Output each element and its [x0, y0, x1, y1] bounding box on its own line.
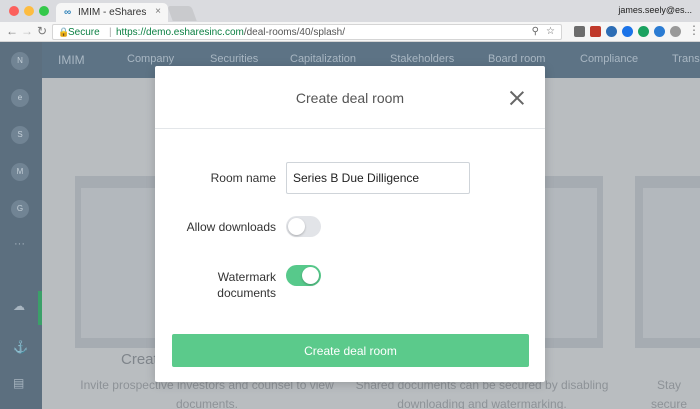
browser-toolbar: ← → ↻ 🔒 Secure | https://demo.esharesinc… [0, 22, 700, 42]
toggle-knob [288, 218, 305, 235]
secure-label: Secure [68, 27, 100, 38]
nav-compliance[interactable]: Compliance [580, 53, 638, 65]
browser-menu-icon[interactable]: ⋮ [688, 23, 700, 37]
room-name-label: Room name [210, 171, 276, 185]
window-minimize-button[interactable] [24, 6, 34, 16]
feature-card-mid [545, 176, 603, 348]
nav-capitalization[interactable]: Capitalization [290, 53, 356, 65]
window-zoom-button[interactable] [39, 6, 49, 16]
url-text: https://demo.esharesinc.com/deal-rooms/4… [116, 27, 345, 38]
new-tab-button[interactable] [167, 6, 197, 21]
tab-close-icon[interactable]: × [155, 6, 161, 17]
create-deal-room-modal: Create deal room Room name Allow downloa… [155, 66, 545, 382]
nav-securities[interactable]: Securities [210, 53, 258, 65]
toggle-knob [302, 267, 319, 284]
nav-company[interactable]: Company [127, 53, 174, 65]
zoom-icon[interactable]: ⚲ [532, 26, 539, 37]
extension-blue-icon[interactable] [606, 26, 617, 37]
sidebar-company-avatar[interactable]: M [11, 163, 29, 181]
cloud-upload-icon[interactable]: ☁ [13, 299, 25, 313]
card-preview [545, 188, 597, 338]
create-deal-room-button[interactable]: Create deal room [172, 334, 529, 367]
reload-icon[interactable]: ↻ [37, 24, 47, 38]
allow-downloads-label: Allow downloads [186, 220, 276, 234]
back-arrow-icon[interactable]: ← [6, 24, 18, 38]
extension-check-icon[interactable] [654, 26, 665, 37]
sidebar-more-icon[interactable]: ··· [14, 238, 25, 250]
address-separator: | [109, 27, 112, 38]
window-close-button[interactable] [9, 6, 19, 16]
address-bar[interactable]: 🔒 Secure | https://demo.esharesinc.com/d… [52, 24, 562, 40]
url-host: https://demo.esharesinc.com [116, 27, 244, 38]
sidebar-company-avatar[interactable]: S [11, 126, 29, 144]
url-path: /deal-rooms/40/splash/ [243, 27, 346, 38]
extension-dots-icon[interactable] [622, 26, 633, 37]
extension-gray-icon[interactable] [670, 26, 681, 37]
background-text-right: Stay secure viewers [650, 378, 688, 409]
feature-card-right [635, 176, 700, 348]
tab-title: IMIM - eShares [78, 7, 147, 18]
browser-tab[interactable]: ∞ IMIM - eShares × [56, 3, 168, 22]
sidebar-company-avatar[interactable]: N [11, 52, 29, 70]
eshares-favicon-icon: ∞ [64, 7, 72, 18]
pocket-extension-icon[interactable] [590, 26, 601, 37]
modal-title: Create deal room [295, 90, 405, 106]
modal-header: Create deal room [155, 66, 545, 129]
document-icon[interactable]: ▤ [13, 376, 24, 390]
close-icon[interactable] [510, 91, 524, 105]
company-brand[interactable]: IMIM [58, 53, 85, 67]
ship-icon[interactable]: ⚓ [13, 340, 28, 354]
watermark-label-line2: documents [217, 286, 276, 300]
nav-transactions[interactable]: Transa [672, 53, 700, 65]
grammarly-extension-icon[interactable] [638, 26, 649, 37]
allow-downloads-toggle[interactable] [286, 216, 321, 237]
nav-board-room[interactable]: Board room [488, 53, 545, 65]
watermark-documents-toggle[interactable] [286, 265, 321, 286]
room-name-input[interactable] [286, 162, 470, 194]
browser-tab-strip: ∞ IMIM - eShares × james.seely@es... [0, 0, 700, 22]
watermark-documents-label: Watermark documents [155, 269, 276, 301]
browser-user-name[interactable]: james.seely@es... [618, 5, 692, 15]
cast-extension-icon[interactable] [574, 26, 585, 37]
watermark-label-line1: Watermark [217, 270, 276, 284]
sidebar-company-avatar[interactable]: G [11, 200, 29, 218]
sidebar-company-avatar[interactable]: e [11, 89, 29, 107]
card-preview [643, 188, 700, 338]
app-sidebar: N e S M G ··· ☁ ⚓ ▤ [0, 42, 42, 409]
forward-arrow-icon[interactable]: → [21, 24, 33, 38]
bookmark-star-icon[interactable]: ☆ [546, 26, 555, 37]
nav-stakeholders[interactable]: Stakeholders [390, 53, 454, 65]
